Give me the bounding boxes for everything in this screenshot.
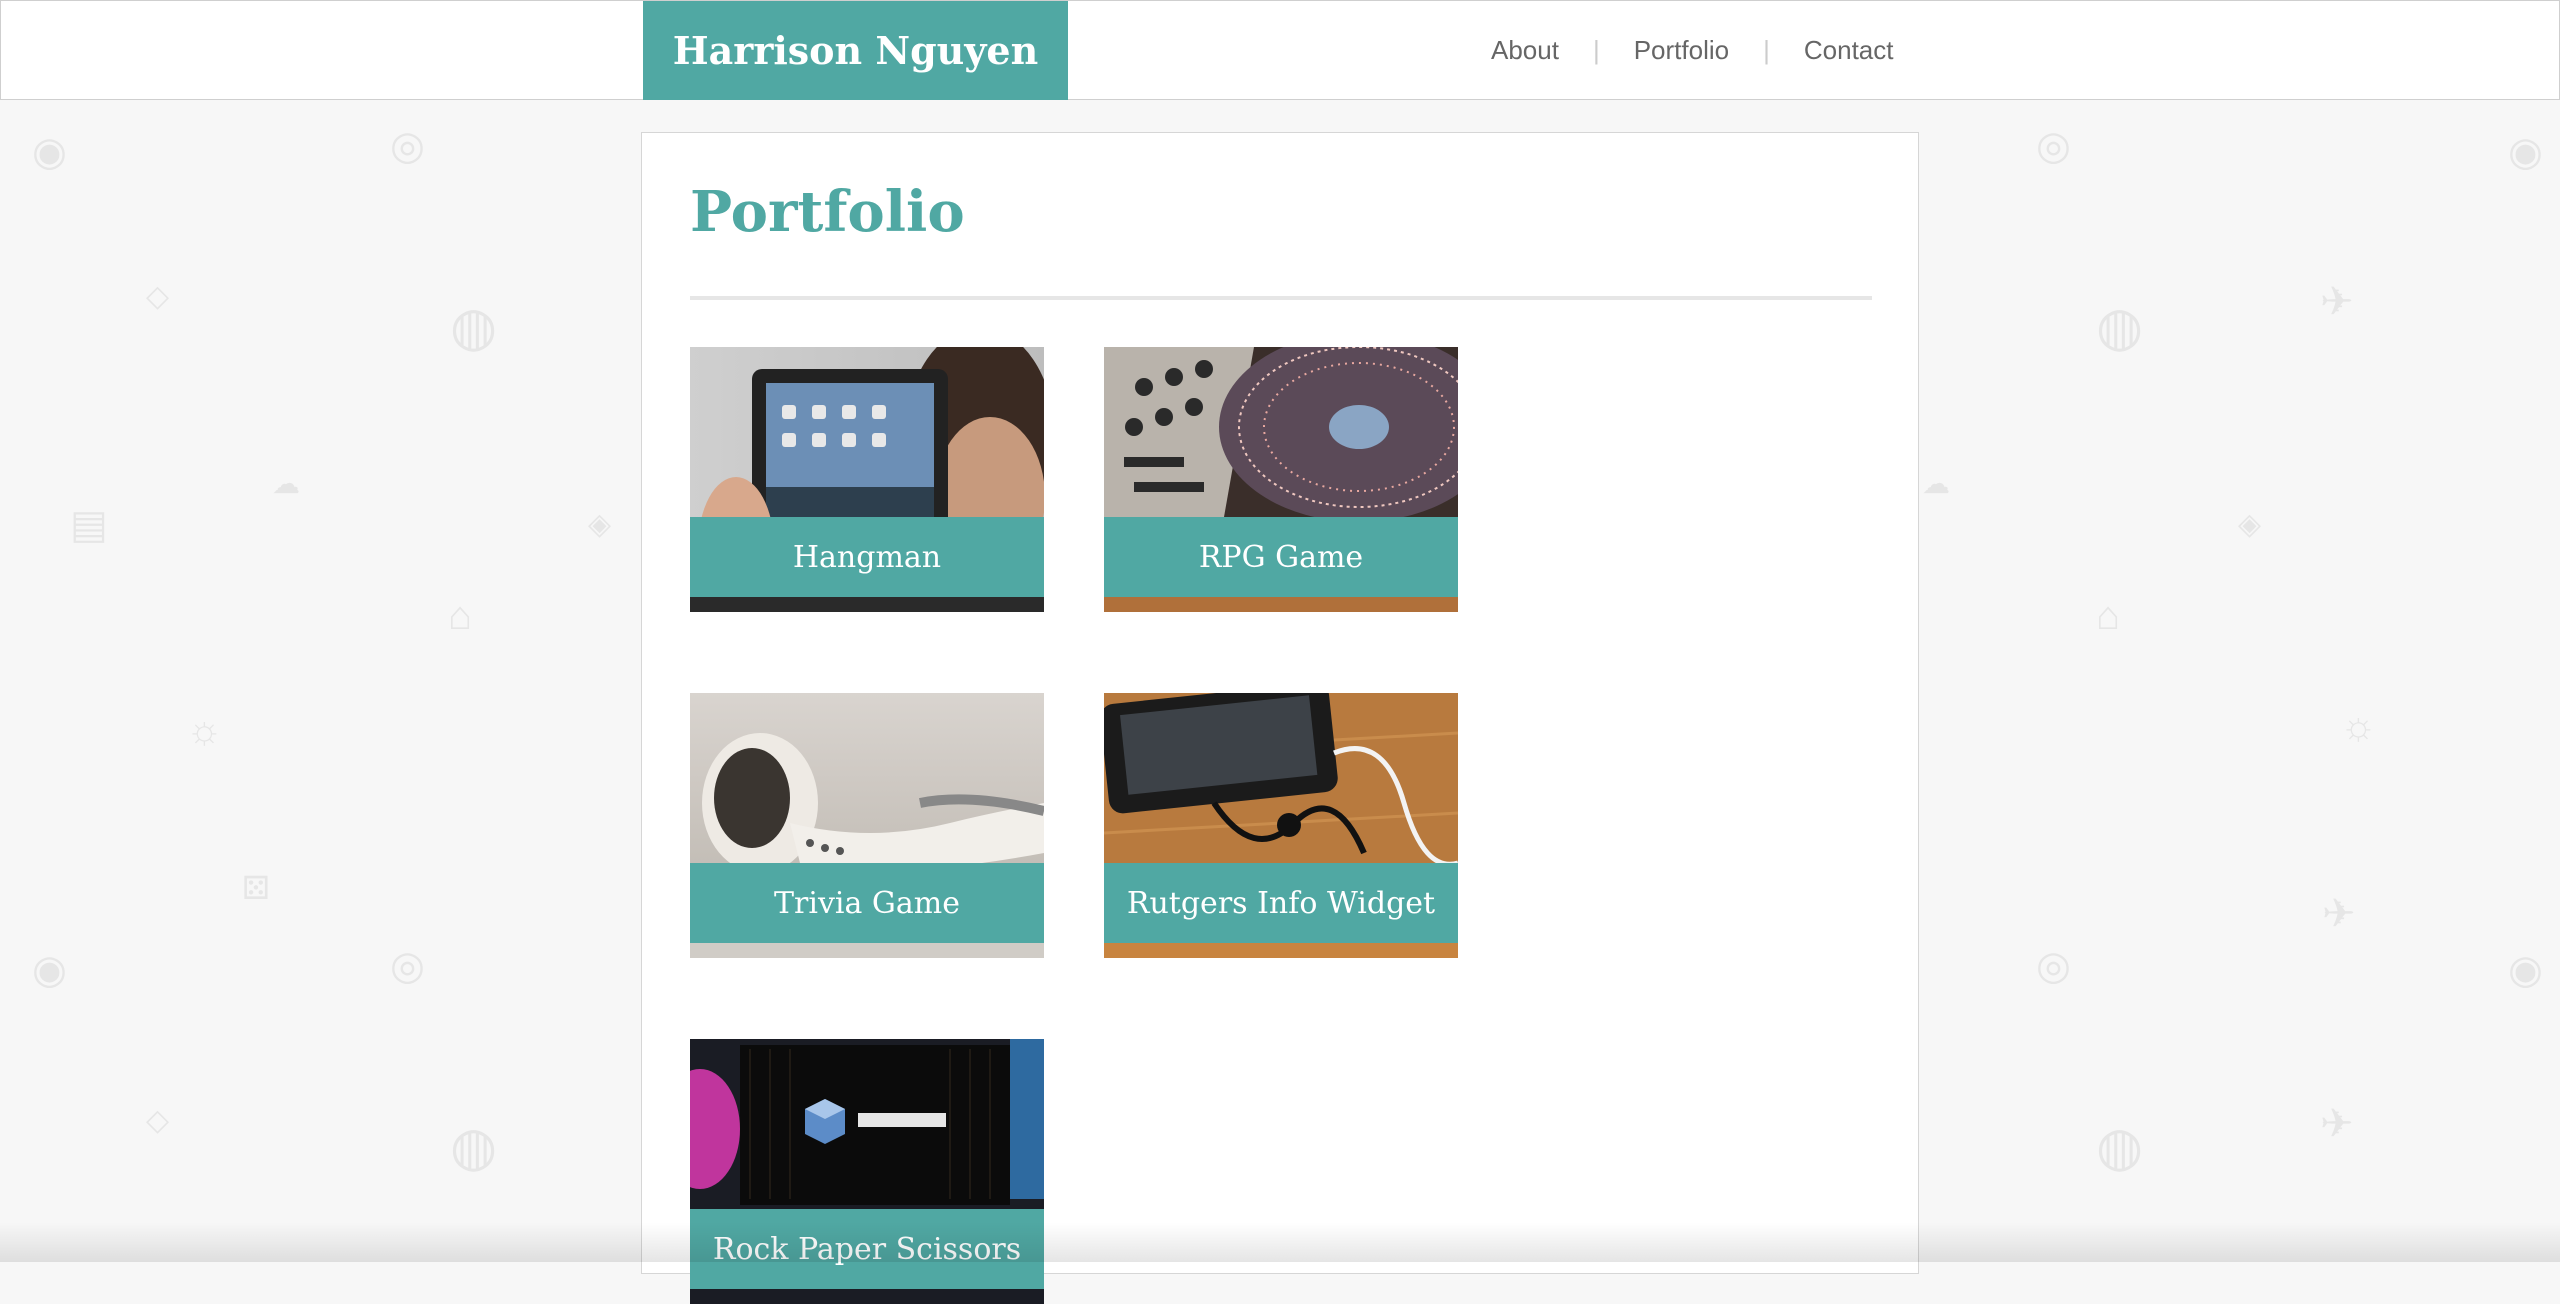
globe-icon: ◍ bbox=[2096, 297, 2144, 357]
cloud-icon: ☁ bbox=[272, 468, 300, 499]
project-card-hangman[interactable]: Hangman bbox=[690, 347, 1044, 612]
globe-icon: ◍ bbox=[450, 1117, 498, 1177]
brand-logo[interactable]: Harrison Nguyen bbox=[643, 1, 1068, 100]
camera-icon: ◎ bbox=[390, 124, 425, 168]
site-header: Harrison Nguyen About | Portfolio | Cont… bbox=[0, 0, 2560, 100]
portfolio-panel: Portfolio Hangman RPG Game Trivia Game R… bbox=[641, 132, 1919, 1304]
nav-link-contact[interactable]: Contact bbox=[1804, 35, 1894, 66]
nav-separator: | bbox=[1592, 35, 1600, 65]
project-card-rock-paper-scissors[interactable]: Rock Paper Scissors bbox=[690, 1039, 1044, 1304]
globe-icon: ◍ bbox=[2096, 1117, 2144, 1177]
project-title: RPG Game bbox=[1104, 517, 1458, 597]
cloud-icon: ☁ bbox=[1922, 468, 1950, 499]
satellite-icon: ✈ bbox=[2320, 280, 2354, 324]
project-card-rutgers-info-widget[interactable]: Rutgers Info Widget bbox=[1104, 693, 1458, 958]
project-title: Hangman bbox=[690, 517, 1044, 597]
home-icon: ⌂ bbox=[448, 594, 473, 638]
camera-icon: ◎ bbox=[2036, 944, 2071, 988]
camera-icon: ◎ bbox=[390, 944, 425, 988]
sun-icon: ☼ bbox=[186, 708, 223, 752]
project-title: Rutgers Info Widget bbox=[1104, 863, 1458, 943]
satellite-icon: ✈ bbox=[2320, 1102, 2354, 1146]
title-divider bbox=[690, 296, 1872, 300]
nav-link-portfolio[interactable]: Portfolio bbox=[1634, 35, 1729, 66]
camera-icon: ◎ bbox=[2036, 124, 2071, 168]
project-card-trivia-game[interactable]: Trivia Game bbox=[690, 693, 1044, 958]
window-bottom-shadow bbox=[0, 1222, 2560, 1262]
diamond-icon: ◇ bbox=[146, 280, 170, 313]
nav-link-about[interactable]: About bbox=[1491, 35, 1559, 66]
project-title: Trivia Game bbox=[690, 863, 1044, 943]
sun-icon: ☼ bbox=[2340, 704, 2377, 748]
page-title: Portfolio bbox=[690, 179, 965, 245]
globe-icon: ◍ bbox=[450, 297, 498, 357]
main-nav: About | Portfolio | Contact bbox=[1491, 1, 1893, 100]
dice-icon: ⚄ bbox=[242, 870, 270, 906]
tag-icon: ◈ bbox=[2238, 508, 2262, 541]
eye-icon: ◉ bbox=[2508, 948, 2543, 992]
satellite-icon: ✈ bbox=[2322, 892, 2356, 936]
home-icon: ⌂ bbox=[2096, 594, 2121, 638]
tag-icon: ◈ bbox=[588, 508, 612, 541]
battery-icon: ▤ bbox=[70, 503, 108, 547]
diamond-icon: ◇ bbox=[146, 1104, 170, 1137]
eye-icon: ◉ bbox=[32, 948, 67, 992]
project-card-rpg-game[interactable]: RPG Game bbox=[1104, 347, 1458, 612]
eye-icon: ◉ bbox=[32, 130, 67, 174]
nav-separator: | bbox=[1763, 35, 1770, 65]
eye-icon: ◉ bbox=[2508, 130, 2543, 174]
